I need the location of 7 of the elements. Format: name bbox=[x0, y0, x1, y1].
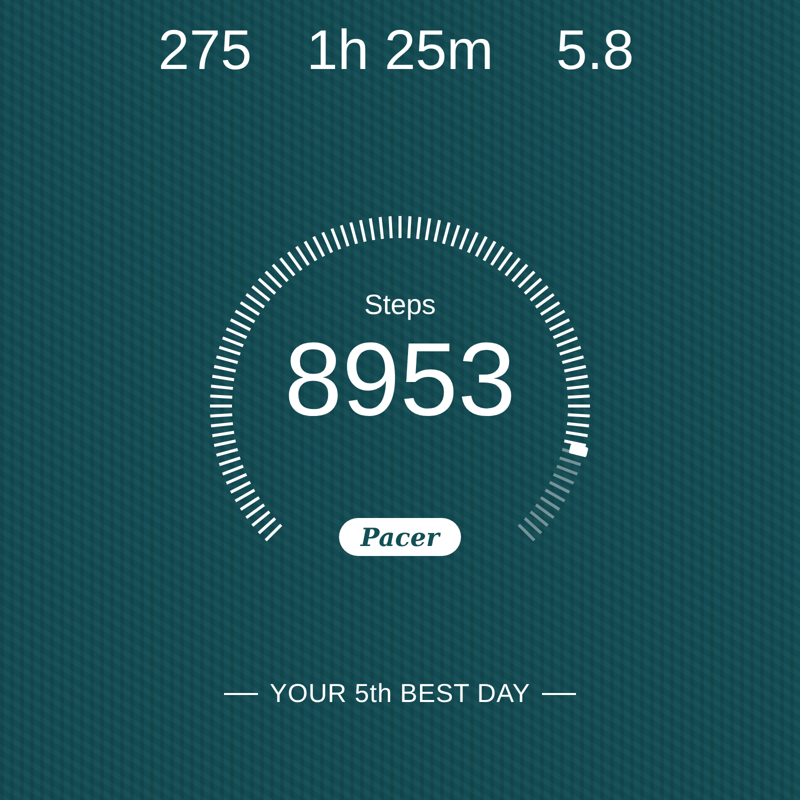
stat-value: 1h 25m bbox=[306, 20, 494, 80]
stat-value: 275 bbox=[158, 20, 252, 80]
best-day-text: YOUR 5th BEST DAY bbox=[270, 678, 530, 709]
stat-value: 5.8 bbox=[556, 20, 634, 80]
steps-count: 8953 bbox=[284, 325, 516, 435]
pacer-logo: Pacer bbox=[339, 518, 461, 556]
steps-label: Steps bbox=[364, 289, 436, 321]
